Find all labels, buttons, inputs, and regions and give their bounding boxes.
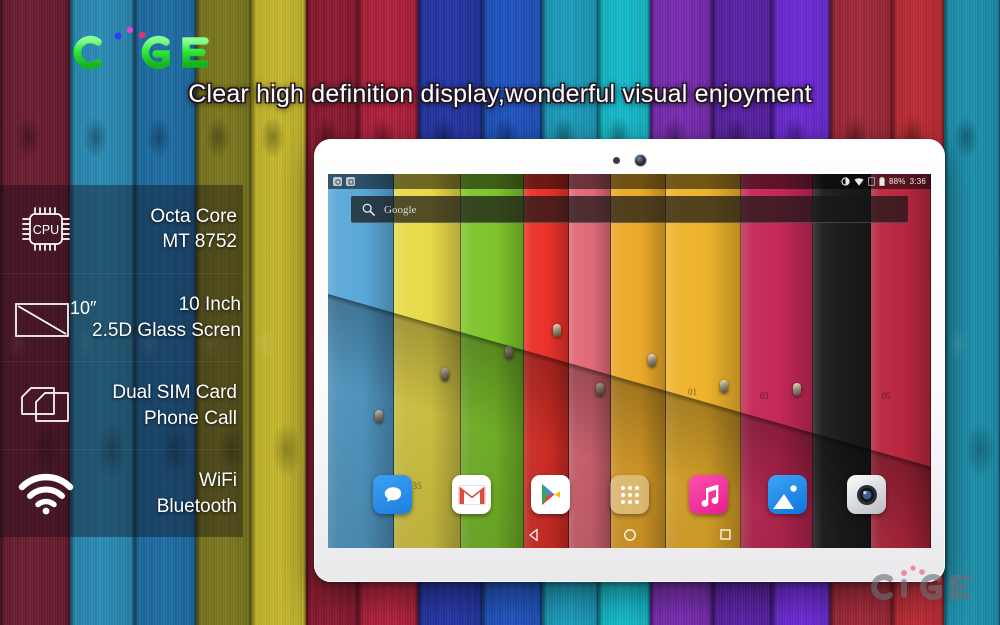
tablet-bezel-top	[314, 153, 945, 167]
back-triangle-icon	[529, 528, 538, 541]
front-camera-icon	[635, 154, 646, 166]
play-store-app[interactable]	[531, 475, 570, 514]
locker-handle	[595, 383, 604, 397]
svg-text:CPU: CPU	[33, 223, 59, 237]
feature-wifi-line2: Bluetooth	[156, 495, 237, 517]
feature-wifi-line1: WiFi	[199, 470, 237, 492]
feature-list: CPU Octa Core MT 8752 10″ 10 Inch 2.5D G…	[0, 185, 243, 537]
feature-wifi-text: WiFi Bluetooth	[92, 468, 243, 519]
gmail-app[interactable]	[452, 475, 491, 514]
logo-dot-pink	[138, 31, 146, 39]
feature-cpu: CPU Octa Core MT 8752	[0, 185, 243, 273]
cpu-icon: CPU	[0, 200, 92, 258]
feature-dual-sim-text: Dual SIM Card Phone Call	[92, 380, 243, 431]
watermark-dot-2	[910, 565, 916, 571]
cige-logo	[62, 22, 232, 74]
sim-status-icon	[868, 177, 875, 186]
status-system-icons: 88% 3:36	[841, 177, 926, 186]
feature-screen: 10″ 10 Inch 2.5D Glass Scren	[0, 273, 243, 361]
grid-dots-icon	[620, 485, 639, 504]
locker-number: 01	[687, 387, 697, 398]
dual-sim-icon	[0, 381, 92, 431]
messages-app[interactable]	[373, 475, 412, 514]
app-drawer[interactable]	[610, 475, 649, 514]
gmail-envelope-icon	[457, 484, 486, 505]
brightness-icon	[841, 177, 850, 186]
google-search-widget[interactable]: Google	[351, 196, 908, 223]
locker-handle	[792, 383, 801, 397]
feature-dual-sim-line2: Phone Call	[144, 407, 237, 429]
search-icon	[362, 203, 375, 216]
status-notifications	[333, 177, 355, 186]
wifi-status-icon	[854, 177, 864, 186]
locker-number: 03	[759, 390, 769, 401]
locker-handle	[441, 368, 450, 382]
back-button[interactable]	[527, 528, 541, 542]
camera-app[interactable]	[847, 475, 886, 514]
screen-size-icon: 10″	[0, 292, 97, 344]
locker-number: 05	[881, 390, 891, 401]
feature-screen-line2: 2.5D Glass Scren	[92, 319, 241, 341]
home-circle-icon	[624, 528, 636, 541]
watermark-dot-1	[901, 570, 907, 576]
feature-dual-sim-line1: Dual SIM Card	[112, 382, 237, 404]
app-dock	[328, 475, 931, 514]
play-triangle-icon	[542, 484, 560, 505]
message-bubble-icon	[384, 486, 401, 502]
status-clock: 3:36	[909, 177, 926, 186]
android-status-bar: 88% 3:36	[328, 174, 931, 189]
logo-dot-magenta	[126, 26, 134, 34]
android-navigation-bar	[328, 521, 931, 548]
advertisement-banner: Clear high definition display,wonderful …	[0, 0, 1000, 625]
locker-handle	[648, 353, 657, 367]
recents-button[interactable]	[719, 528, 732, 541]
home-button[interactable]	[623, 528, 637, 542]
sync-icon	[333, 177, 342, 186]
music-app[interactable]	[689, 475, 728, 514]
recents-square-icon	[720, 529, 731, 540]
photos-app[interactable]	[768, 475, 807, 514]
watermark-dot-3	[919, 569, 925, 575]
screenshot-icon	[346, 177, 355, 186]
wifi-icon	[0, 472, 92, 516]
photo-mountain-icon	[773, 485, 797, 509]
tablet-screen: 35 01 03 05 88% 3:36 Google	[328, 174, 931, 548]
cige-watermark	[864, 563, 986, 607]
camera-lens-icon	[856, 484, 877, 505]
search-label: Google	[384, 203, 417, 216]
battery-percent: 88%	[889, 177, 906, 186]
logo-dot-blue	[114, 32, 122, 40]
locker-handle	[720, 379, 729, 393]
locker-handle	[505, 346, 513, 360]
feature-dual-sim: Dual SIM Card Phone Call	[0, 361, 243, 449]
music-note-icon	[701, 484, 718, 507]
locker-handle	[374, 409, 383, 423]
feature-wifi: WiFi Bluetooth	[0, 449, 243, 537]
page-headline: Clear high definition display,wonderful …	[188, 80, 812, 108]
locker-handle	[553, 323, 562, 337]
feature-screen-line1: 10 Inch	[178, 294, 241, 316]
feature-cpu-line2: MT 8752	[162, 231, 237, 252]
feature-screen-text: 10 Inch 2.5D Glass Scren	[92, 292, 247, 343]
proximity-sensor-icon	[613, 156, 620, 164]
tablet-device: 35 01 03 05 88% 3:36 Google	[314, 139, 945, 582]
feature-cpu-line1: Octa Core	[150, 205, 237, 227]
battery-icon	[879, 177, 885, 186]
feature-cpu-text: Octa Core MT 8752	[92, 204, 243, 255]
